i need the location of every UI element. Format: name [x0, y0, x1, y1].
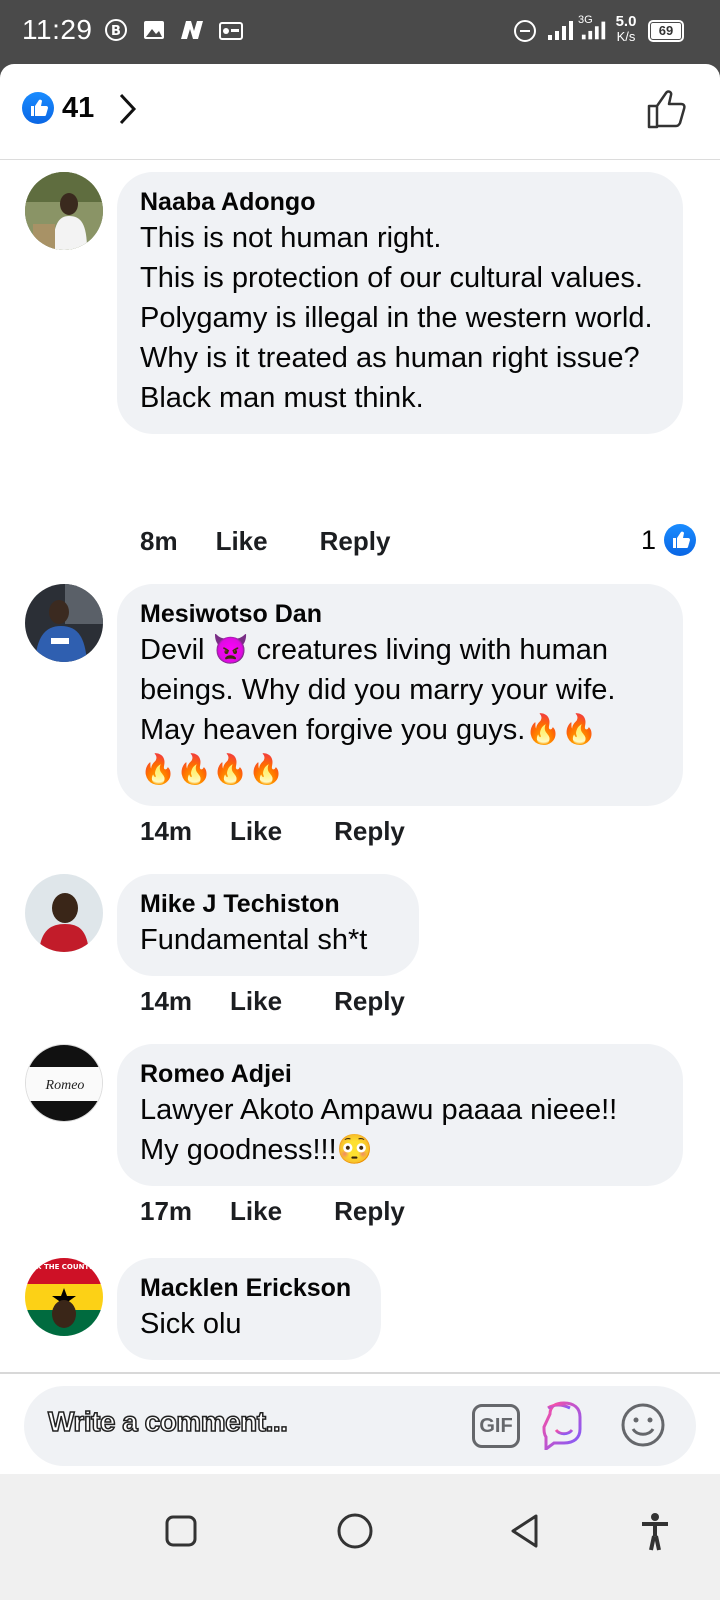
network-speed: 5.0 K/s [615, 13, 637, 44]
comment-time: 8m [140, 526, 178, 556]
comment-actions: 14m Like Reply [140, 816, 457, 847]
reply-button[interactable]: Reply [334, 986, 405, 1016]
like-reaction-icon [664, 524, 696, 556]
comment-text: Lawyer Akoto Ampawu paaaa nieee!! My goo… [140, 1094, 618, 1166]
reply-button[interactable]: Reply [334, 816, 405, 846]
status-time: 11:29 [22, 14, 93, 45]
comment-bubble[interactable]: Mike J Techiston Fundamental sh*t [117, 874, 419, 976]
signal-icon [548, 21, 573, 40]
avatar[interactable] [25, 172, 103, 250]
gif-button[interactable]: GIF [472, 1404, 520, 1448]
comment-time: 14m [140, 816, 193, 846]
avatar[interactable] [25, 874, 103, 952]
like-button[interactable]: Like [216, 526, 268, 556]
emoji-icon[interactable] [620, 1402, 666, 1448]
comment-bubble[interactable]: Macklen Erickson Sick olu [117, 1258, 381, 1360]
like-count[interactable]: 41 [62, 92, 94, 125]
comment-actions: 14m Like Reply [140, 986, 457, 1017]
status-bar: 11:29 B 3G 5.0 K/s 69 [0, 0, 720, 64]
comment-author[interactable]: Mesiwotso Dan [140, 598, 661, 630]
gallery-icon [144, 21, 164, 39]
comment-text: Sick olu [140, 1308, 242, 1340]
avatar[interactable]: Romeo [25, 1044, 103, 1122]
comments-list: Naaba Adongo This is not human right. Th… [0, 160, 720, 1436]
svg-text:B: B [111, 24, 121, 39]
comment-bubble[interactable]: Romeo Adjei Lawyer Akoto Ampawu paaaa ni… [117, 1044, 683, 1186]
comment-text: Devil 👿 creatures living with human bein… [140, 634, 616, 786]
reply-button[interactable]: Reply [320, 526, 391, 556]
avatar[interactable] [25, 584, 103, 662]
signal-2-icon [581, 21, 606, 40]
comment-author[interactable]: Mike J Techiston [140, 888, 397, 920]
comment-actions: 8m Like Reply [140, 526, 442, 557]
comment-actions: 17m Like Reply [140, 1196, 457, 1227]
comment-composer: Write a comment... GIF [0, 1372, 720, 1472]
reactions-header: 41 [0, 64, 720, 160]
comment-author[interactable]: Macklen Erickson [140, 1272, 359, 1304]
comment-reactions[interactable]: 1 [641, 524, 696, 556]
avatar[interactable]: FIX THE COUNTRY [25, 1258, 103, 1336]
like-button[interactable]: Like [230, 816, 282, 846]
comment-author[interactable]: Romeo Adjei [140, 1058, 661, 1090]
reply-button[interactable]: Reply [334, 1196, 405, 1226]
like-reaction-icon[interactable] [22, 92, 54, 124]
like-button[interactable]: Like [230, 986, 282, 1016]
like-outline-icon[interactable] [646, 88, 690, 130]
comment-author[interactable]: Naaba Adongo [140, 186, 661, 218]
comment-time: 14m [140, 986, 193, 1016]
like-button[interactable]: Like [230, 1196, 282, 1226]
dnd-icon [514, 20, 536, 42]
avatar-text: FIX THE COUNTRY [29, 1263, 100, 1271]
notification-b-icon: B [105, 19, 127, 41]
avatar-sticker-icon[interactable] [540, 1400, 588, 1450]
reaction-count: 1 [640, 524, 656, 555]
battery-icon: 69 [648, 20, 684, 42]
home-icon[interactable] [336, 1512, 374, 1550]
comment-bubble[interactable]: Mesiwotso Dan Devil 👿 creatures living w… [117, 584, 683, 806]
avatar-text: Romeo [45, 1078, 85, 1093]
chevron-right-icon[interactable] [118, 92, 138, 126]
comment-time: 17m [140, 1196, 193, 1226]
comment-text: Fundamental sh*t [140, 924, 368, 956]
system-nav-bar [0, 1474, 720, 1600]
comment-bubble[interactable]: Naaba Adongo This is not human right. Th… [117, 172, 683, 434]
back-icon[interactable] [508, 1512, 542, 1550]
comment-text: This is not human right. This is protect… [140, 222, 653, 414]
news-icon [181, 21, 203, 39]
recents-icon[interactable] [164, 1514, 198, 1548]
accessibility-icon[interactable] [640, 1512, 670, 1552]
comment-placeholder[interactable]: Write a comment... [47, 1405, 288, 1438]
radio-icon [219, 22, 243, 40]
comments-sheet: 41 Naaba Adongo This is not human right.… [0, 64, 720, 1600]
comment-input[interactable]: Write a comment... GIF [24, 1386, 696, 1466]
